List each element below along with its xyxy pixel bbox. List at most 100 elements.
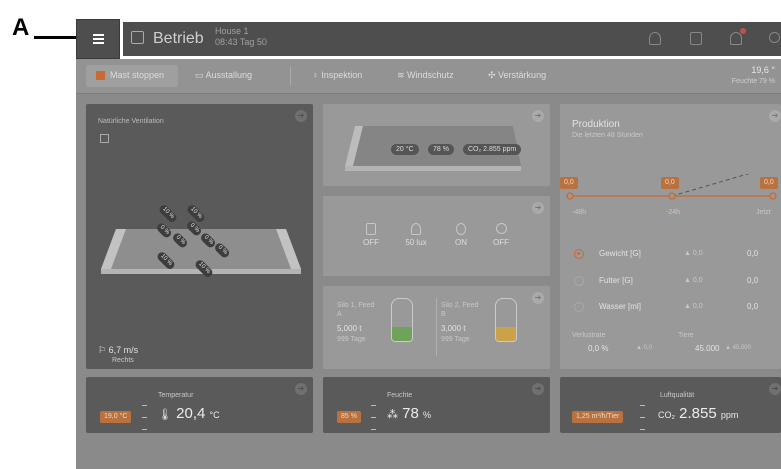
droplets-icon: ⁂ bbox=[387, 409, 398, 421]
wind-speed: ⚐ 6,7 m/s bbox=[98, 345, 138, 356]
timer-icon bbox=[496, 223, 507, 234]
air-quality-unit: ppm bbox=[720, 410, 739, 420]
arrow-right-icon[interactable]: ➔ bbox=[769, 110, 781, 122]
silo-1-days: 999 Tage bbox=[337, 336, 366, 343]
ausstallung-label: Ausstallung bbox=[205, 70, 253, 80]
humidity-pill: 78 % bbox=[428, 144, 454, 155]
scale-tick bbox=[142, 417, 147, 418]
sensor-value: OFF bbox=[363, 238, 379, 247]
silo-1-roof bbox=[391, 298, 413, 306]
scale-tick bbox=[142, 429, 147, 430]
stop-fattening-button[interactable]: Mast stoppen bbox=[86, 65, 178, 87]
scale-tick bbox=[640, 417, 645, 418]
truck-icon: ▭ bbox=[195, 70, 206, 80]
metric-value: 0,0 bbox=[747, 276, 759, 285]
feed-radio[interactable] bbox=[574, 276, 584, 286]
metric-label: Gewicht [G] bbox=[599, 249, 641, 258]
loss-rate-value: 0,0 % bbox=[588, 344, 609, 353]
house-icon bbox=[131, 31, 144, 44]
thermometer-icon: 🌡 bbox=[158, 409, 172, 421]
water-radio[interactable] bbox=[574, 302, 584, 312]
air-quality-target: 1,25 m³/h/Tier bbox=[572, 411, 624, 423]
top-bar: Betrieb House 1 08:43 Tag 50 bbox=[123, 22, 781, 56]
silo-2-name: Silo 2, Feed B bbox=[441, 302, 479, 318]
arrow-right-icon[interactable]: ➔ bbox=[532, 383, 544, 395]
data-point bbox=[566, 192, 574, 200]
arrow-right-icon[interactable]: ➔ bbox=[295, 110, 307, 122]
house-info[interactable]: House 1 08:43 Tag 50 bbox=[215, 26, 267, 48]
air-quality-value: CO₂ 2.855 ppm bbox=[658, 405, 738, 422]
silo-1-fill bbox=[392, 327, 412, 341]
windschutz-button[interactable]: ≋ Windschutz bbox=[397, 70, 454, 81]
production-subtitle: Die letzten 48 Stunden bbox=[572, 132, 643, 139]
silo-2-fill bbox=[496, 327, 516, 341]
house-climate-card[interactable]: ➔ 20 °C 78 % CO₂ 2.855 ppm bbox=[323, 104, 550, 186]
verstaerkung-label: Verstärkung bbox=[498, 70, 547, 80]
animals-delta: ▲ 45.000 bbox=[725, 345, 751, 351]
ventilation-card[interactable]: Natürliche Ventilation ➔ 10 % 10 % 0 % 0 % 0… bbox=[86, 104, 313, 369]
co2-pill: CO₂ 2.855 ppm bbox=[463, 144, 522, 155]
production-title: Produktion bbox=[572, 119, 620, 130]
temperature-target: 19,0 °C bbox=[100, 411, 132, 423]
callout-letter: A bbox=[12, 14, 30, 41]
scale-tick bbox=[371, 405, 376, 406]
silos-card[interactable]: ➔ Silo 1, Feed A 5,000 t 999 Tage Silo 2… bbox=[323, 286, 550, 369]
house-name: House 1 bbox=[215, 26, 249, 36]
loss-rate-delta: ▲ 0,0 bbox=[636, 345, 652, 351]
scale-tick bbox=[640, 429, 645, 430]
hamburger-icon bbox=[92, 38, 104, 40]
arrow-right-icon[interactable]: ➔ bbox=[532, 110, 544, 122]
co2-label: CO₂ bbox=[658, 410, 675, 420]
outside-temperature: 19,6 ° bbox=[751, 65, 775, 75]
metric-value: 0,0 bbox=[747, 249, 759, 258]
temperature-unit: °C bbox=[209, 410, 220, 420]
data-point bbox=[769, 192, 777, 200]
bell-icon[interactable] bbox=[730, 32, 742, 45]
ausstallung-button[interactable]: ▭ Ausstallung bbox=[195, 70, 252, 81]
temp-pill: 20 °C bbox=[391, 144, 419, 155]
home-status-icon[interactable] bbox=[649, 32, 661, 45]
menu-button[interactable] bbox=[76, 19, 120, 59]
clipboard-icon bbox=[366, 223, 376, 235]
silo-1-tank bbox=[391, 306, 413, 342]
silo-divider bbox=[436, 298, 437, 356]
water-drop-icon bbox=[456, 223, 466, 235]
search-icon[interactable] bbox=[769, 32, 780, 43]
arrow-right-icon[interactable]: ➔ bbox=[295, 383, 307, 395]
verstaerkung-button[interactable]: ✣ Verstärkung bbox=[488, 70, 546, 81]
silo-2-tank bbox=[495, 306, 517, 342]
data-point bbox=[668, 192, 676, 200]
axis-label: -24h bbox=[666, 209, 681, 216]
sensor-value: OFF bbox=[493, 238, 509, 247]
arrow-right-icon[interactable]: ➔ bbox=[532, 292, 544, 304]
humidity-card[interactable]: ➔ Feuchte 85 % ⁂ 78 % bbox=[323, 377, 550, 433]
metric-label: Wasser [ml] bbox=[599, 302, 641, 311]
sensors-card[interactable]: ➔ OFF 50 lux ON OFF bbox=[323, 196, 550, 276]
production-card[interactable]: ➔ Produktion Die letzten 48 Stunden 0,0 … bbox=[560, 104, 781, 369]
wind-direction: Rechts bbox=[112, 357, 134, 364]
scale-tick bbox=[371, 417, 376, 418]
metric-delta: ▲ 0,0 bbox=[684, 303, 703, 310]
metric-label: Futter [G] bbox=[599, 276, 633, 285]
action-toolbar: Mast stoppen ▭ Ausstallung ♀ Inspektion … bbox=[76, 59, 781, 94]
silo-2-days: 999 Tage bbox=[441, 336, 470, 343]
scale-tick bbox=[640, 405, 645, 406]
chart-marker: 0,0 bbox=[760, 177, 778, 189]
metric-delta: ▲ 0,0 bbox=[684, 277, 703, 284]
humidity-unit: % bbox=[423, 410, 432, 420]
temperature-number: 20,4 bbox=[176, 405, 206, 422]
flag-icon: ⚐ bbox=[98, 345, 109, 355]
weight-radio[interactable] bbox=[574, 249, 584, 259]
arrow-right-icon[interactable]: ➔ bbox=[769, 383, 781, 395]
inspektion-button[interactable]: ♀ Inspektion bbox=[312, 70, 362, 80]
arrow-right-icon[interactable]: ➔ bbox=[532, 202, 544, 214]
windschutz-label: Windschutz bbox=[407, 70, 454, 80]
sensor-value: 50 lux bbox=[405, 238, 427, 247]
animals-label: Tiere bbox=[678, 332, 694, 339]
silo-2-roof bbox=[495, 298, 517, 306]
temperature-card[interactable]: ➔ Temperatur 19,0 °C 🌡 20,4 °C bbox=[86, 377, 313, 433]
dashboard: Mast stoppen ▭ Ausstallung ♀ Inspektion … bbox=[76, 59, 781, 469]
air-quality-card[interactable]: ➔ Luftqualität 1,25 m³/h/Tier CO₂ 2.855 … bbox=[560, 377, 781, 433]
fan-icon: ✣ bbox=[488, 70, 499, 80]
document-icon[interactable] bbox=[690, 32, 702, 45]
